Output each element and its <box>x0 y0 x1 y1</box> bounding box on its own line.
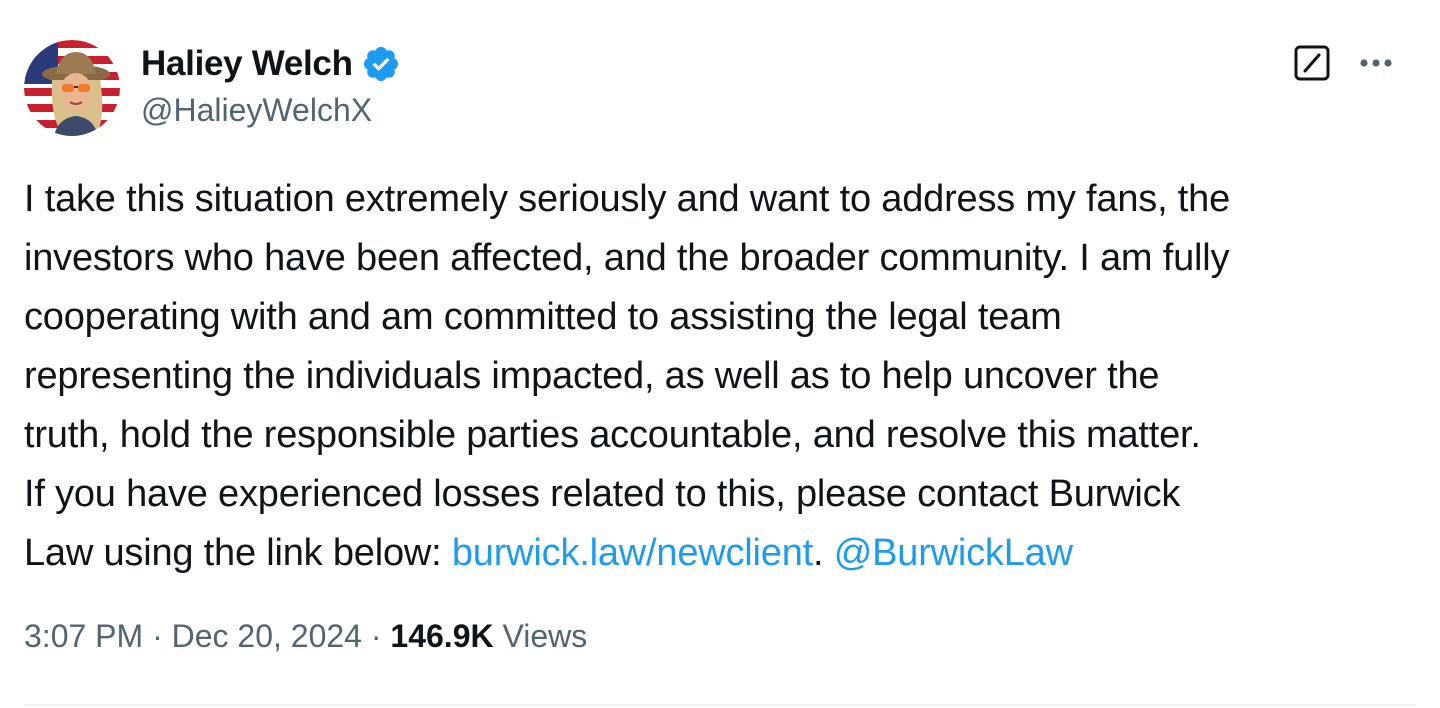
name-row: Haliey Welch <box>141 42 401 86</box>
views-label: Views <box>493 618 588 654</box>
tweet-meta: 3:07 PM · Dec 20, 2024 · 146.9K Views <box>24 618 587 655</box>
tweet-text-separator: . <box>813 532 834 574</box>
author-identity: Haliey Welch @HalieyWelchX <box>141 42 401 129</box>
author-handle[interactable]: @HalieyWelchX <box>141 92 401 129</box>
tweet-time[interactable]: 3:07 PM <box>24 618 143 654</box>
burwicklaw-mention[interactable]: @BurwickLaw <box>834 532 1073 574</box>
tweet-text-line: investors who have been affected, and th… <box>24 237 1230 279</box>
tweet-text-line: If you have experienced losses related t… <box>24 473 1181 515</box>
author-display-name[interactable]: Haliey Welch <box>141 44 353 84</box>
tweet-text: I take this situation extremely seriousl… <box>24 170 1424 583</box>
avatar-image <box>24 40 120 136</box>
meta-separator: · <box>143 618 172 654</box>
views-count: 146.9K <box>390 618 494 654</box>
tweet-text-line: representing the individuals impacted, a… <box>24 355 1160 397</box>
tweet-text-segment: Law using the link below: <box>24 532 452 574</box>
tweet-text-last-line: Law using the link below: burwick.law/ne… <box>24 524 1424 583</box>
tweet-text-line: cooperating with and am committed to ass… <box>24 296 1062 338</box>
divider <box>24 704 1416 706</box>
grok-slash-box-icon[interactable] <box>1293 44 1331 82</box>
burwick-link[interactable]: burwick.law/newclient <box>452 532 813 574</box>
meta-separator: · <box>361 618 391 654</box>
author-avatar[interactable] <box>24 40 120 136</box>
tweet-text-line: I take this situation extremely seriousl… <box>24 178 1231 220</box>
ellipsis-icon[interactable] <box>1354 46 1398 80</box>
tweet-card: Haliey Welch @HalieyWelchX I take this s… <box>0 0 1440 708</box>
tweet-date[interactable]: Dec 20, 2024 <box>172 618 362 654</box>
tweet-text-line: truth, hold the responsible parties acco… <box>24 414 1201 456</box>
verified-badge-icon[interactable] <box>361 44 401 84</box>
